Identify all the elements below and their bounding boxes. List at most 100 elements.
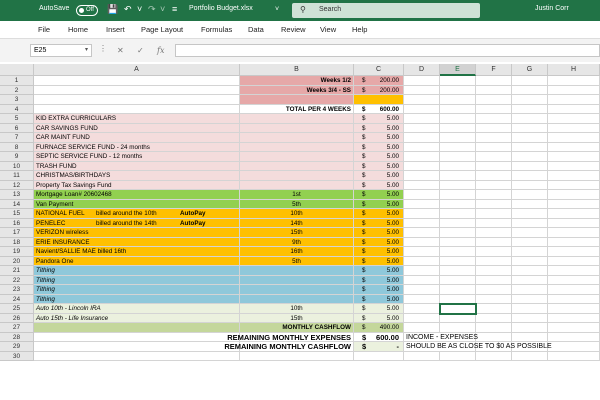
cell-f[interactable] (476, 123, 512, 133)
cell-b[interactable]: REMAINING MONTHLY EXPENSES (227, 332, 354, 342)
cell-d[interactable] (404, 275, 440, 285)
cell-c-amount[interactable]: $600.00 (354, 104, 404, 114)
cell-e[interactable] (440, 180, 476, 190)
cell-d[interactable] (404, 76, 440, 86)
cell-g[interactable] (512, 123, 548, 133)
cell-d[interactable] (404, 161, 440, 171)
cell-a[interactable]: Pandora One (34, 256, 240, 266)
cell-h[interactable] (548, 180, 600, 190)
cell-c-amount[interactable]: $5.00 (354, 247, 404, 257)
cell-g[interactable] (512, 85, 548, 95)
cell-g[interactable] (512, 266, 548, 276)
cell-e[interactable] (440, 351, 476, 361)
cell-f[interactable] (476, 95, 512, 105)
cell-e[interactable] (440, 285, 476, 295)
undo-dropdown-icon[interactable]: ˅ (137, 4, 142, 15)
cell-h[interactable] (548, 275, 600, 285)
cell-a[interactable] (34, 104, 240, 114)
cell-d[interactable] (404, 190, 440, 200)
cell-e[interactable] (440, 323, 476, 333)
cell-d[interactable] (404, 218, 440, 228)
cell-f[interactable] (476, 247, 512, 257)
cell-d[interactable] (404, 256, 440, 266)
cell-g[interactable] (512, 199, 548, 209)
cell-h[interactable] (548, 152, 600, 162)
cell-c-amount[interactable]: $5.00 (354, 180, 404, 190)
cell-c-amount[interactable]: $5.00 (354, 161, 404, 171)
row-header[interactable]: 26 (0, 313, 34, 323)
cell-b[interactable] (240, 294, 354, 304)
cell-b[interactable]: 5th (240, 256, 354, 266)
cell-e[interactable] (440, 161, 476, 171)
chevron-down-icon[interactable]: ▾ (85, 46, 88, 53)
cell-g[interactable] (512, 180, 548, 190)
column-header-e[interactable]: E (440, 64, 476, 76)
redo-icon[interactable]: ↷ (148, 4, 156, 15)
cell-c-amount[interactable]: $200.00 (354, 76, 404, 86)
cell-e[interactable] (440, 104, 476, 114)
tab-page-layout[interactable]: Page Layout (141, 25, 183, 34)
filename-dropdown-icon[interactable]: ˅ (275, 4, 279, 15)
cell-h[interactable] (548, 294, 600, 304)
cell-h[interactable] (548, 171, 600, 181)
cell-g[interactable] (512, 142, 548, 152)
cell-f[interactable] (476, 209, 512, 219)
cell-g[interactable] (512, 304, 548, 314)
cell-a[interactable]: Property Tax Savings Fund (34, 180, 240, 190)
tab-view[interactable]: View (320, 25, 336, 34)
cell-f[interactable] (476, 190, 512, 200)
cell-h[interactable] (548, 332, 600, 342)
row-header[interactable]: 14 (0, 199, 34, 209)
row-header[interactable]: 1 (0, 76, 34, 86)
cell-a[interactable]: ERIE INSURANCE (34, 237, 240, 247)
cell-c-amount[interactable]: $5.00 (354, 190, 404, 200)
cell-h[interactable] (548, 247, 600, 257)
cell-f[interactable] (476, 142, 512, 152)
cell-g[interactable] (512, 218, 548, 228)
tab-help[interactable]: Help (352, 25, 367, 34)
autosave-toggle[interactable]: Off (76, 5, 98, 16)
row-header[interactable]: 21 (0, 266, 34, 276)
cell-f[interactable] (476, 180, 512, 190)
cell-f[interactable] (476, 275, 512, 285)
select-all-corner[interactable] (0, 64, 34, 76)
cell-b[interactable]: 10th (240, 209, 354, 219)
cell-h[interactable] (548, 76, 600, 86)
cell-d[interactable] (404, 95, 440, 105)
cell-h[interactable] (548, 285, 600, 295)
save-icon[interactable]: 💾 (107, 4, 118, 15)
cell-a[interactable] (34, 332, 240, 342)
cell-b[interactable]: 15th (240, 313, 354, 323)
cell-h[interactable] (548, 190, 600, 200)
cell-c-amount[interactable]: $5.00 (354, 218, 404, 228)
cell-d[interactable] (404, 152, 440, 162)
cell-e[interactable] (440, 85, 476, 95)
cell-c-amount[interactable]: $5.00 (354, 209, 404, 219)
undo-icon[interactable]: ↶ (124, 4, 132, 15)
formula-input[interactable] (175, 44, 600, 57)
cell-b[interactable] (240, 95, 354, 105)
cell-d[interactable] (404, 199, 440, 209)
cell-c-amount[interactable]: $5.00 (354, 285, 404, 295)
cell-g[interactable] (512, 237, 548, 247)
cell-a[interactable]: Van Payment (34, 199, 240, 209)
cell-b[interactable] (240, 133, 354, 143)
cell-h[interactable] (548, 85, 600, 95)
cell-e[interactable] (440, 256, 476, 266)
cell-e[interactable] (440, 266, 476, 276)
row-header[interactable]: 5 (0, 114, 34, 124)
cell-b[interactable] (240, 180, 354, 190)
cell-c-amount[interactable] (354, 351, 404, 361)
cell-g[interactable] (512, 332, 548, 342)
cell-c-amount[interactable]: $5.00 (354, 294, 404, 304)
cell-b[interactable]: 15th (240, 228, 354, 238)
cell-a[interactable] (34, 323, 240, 333)
cell-d[interactable] (404, 237, 440, 247)
cell-e[interactable] (440, 313, 476, 323)
cell-b[interactable] (240, 152, 354, 162)
cell-a[interactable]: Tithing (34, 266, 240, 276)
tab-file[interactable]: File (38, 25, 50, 34)
cell-a[interactable] (34, 342, 240, 352)
customize-toolbar-icon[interactable]: ≡ (172, 4, 177, 15)
cell-a[interactable]: Tithing (34, 285, 240, 295)
